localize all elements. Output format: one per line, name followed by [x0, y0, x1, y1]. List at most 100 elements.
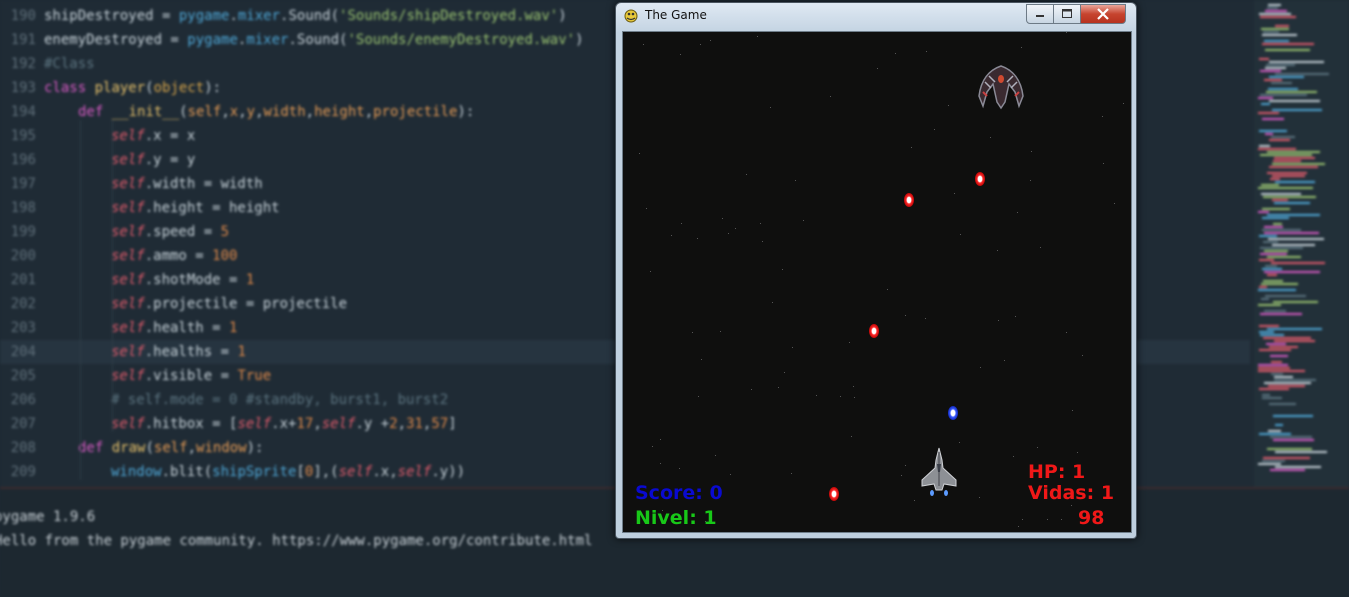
minimap-stroke [1271, 82, 1292, 84]
minimap-stroke [1260, 70, 1281, 72]
star [1031, 151, 1032, 152]
code-text: self.hitbox = [self.x+17,self.y +2,31,57… [111, 416, 457, 432]
minimap-stroke [1260, 94, 1307, 96]
star [1114, 203, 1115, 204]
minimap-stroke [1267, 151, 1320, 153]
star [772, 302, 773, 303]
code-text: self.ammo = 100 [111, 248, 238, 264]
minimap-stroke [1272, 199, 1288, 201]
minimap-stroke [1262, 34, 1297, 36]
minimize-button[interactable] [1026, 4, 1054, 24]
minimap-stroke [1260, 16, 1296, 18]
minimap-stroke [1269, 346, 1298, 348]
score-label: Score: 0 [635, 482, 723, 504]
line-number: 206 [10, 392, 36, 408]
minimap-stroke [1274, 202, 1310, 204]
window-title: The Game [645, 8, 707, 22]
minimap-stroke [1262, 118, 1284, 120]
star [901, 475, 902, 476]
star [660, 463, 661, 464]
minimap-stroke [1260, 247, 1303, 249]
minimap-stroke [1273, 223, 1282, 225]
game-canvas[interactable]: Score: 0 Nivel: 1 HP: 1 Vidas: 1 98 [622, 31, 1132, 533]
minimap-stroke [1263, 457, 1310, 459]
code-text: # self.mode = 0 #standby, burst1, burst2 [111, 392, 449, 408]
minimap-stroke [1272, 163, 1325, 165]
star [1066, 32, 1067, 33]
star [782, 269, 783, 270]
line-number: 191 [10, 32, 36, 48]
minimap-stroke [1259, 58, 1269, 60]
minimap-stroke [1266, 343, 1286, 345]
minimap-stroke [1270, 469, 1305, 471]
minimap-stroke [1258, 187, 1313, 189]
minimap-stroke [1268, 88, 1298, 90]
title-bar[interactable]: The Game [616, 3, 1136, 29]
minimap-stroke [1275, 73, 1329, 75]
code-text: self.health = 1 [111, 320, 238, 336]
star [650, 271, 651, 272]
star [791, 473, 792, 474]
maximize-button[interactable] [1053, 4, 1081, 24]
code-text: self.shotMode = 1 [111, 272, 255, 288]
star [1082, 355, 1083, 356]
minimap-stroke [1265, 133, 1273, 135]
star [1021, 47, 1022, 48]
minimap-stroke [1259, 433, 1291, 435]
code-text: self.speed = 5 [111, 224, 230, 240]
console-line: Hello from the pygame community. https:/… [0, 533, 593, 549]
enemy-bullet [829, 487, 839, 501]
code-text: self.y = y [111, 152, 196, 168]
star [760, 223, 761, 224]
star [816, 395, 817, 396]
hp-label: HP: 1 [1028, 461, 1086, 483]
star [1022, 519, 1023, 520]
line-number: 195 [10, 128, 36, 144]
minimap-stroke [1274, 340, 1315, 342]
line-number: 203 [10, 320, 36, 336]
minimap-stroke [1269, 166, 1318, 168]
star [905, 465, 906, 466]
line-number: 199 [10, 224, 36, 240]
star [997, 250, 998, 251]
star [1102, 116, 1103, 117]
minimap-stroke [1260, 313, 1302, 315]
code-text: self.x = x [111, 128, 196, 144]
minimap-stroke [1272, 244, 1315, 246]
line-number: 205 [10, 368, 36, 384]
star [720, 331, 721, 332]
star [830, 96, 831, 97]
minimap-stroke [1271, 361, 1282, 363]
star [934, 129, 935, 130]
minimap-stroke [1262, 208, 1290, 210]
minimap-stroke [1270, 178, 1280, 180]
star [948, 105, 949, 106]
line-number: 193 [10, 80, 36, 96]
code-text: self.projectile = projectile [111, 296, 348, 312]
minimap-stroke [1274, 376, 1293, 378]
indent-guide [80, 120, 81, 480]
line-number: 196 [10, 152, 36, 168]
minimap-stroke [1261, 283, 1298, 285]
star [1077, 452, 1078, 453]
minimap-stroke [1269, 139, 1290, 141]
minimap-stroke [1271, 373, 1283, 375]
star [757, 36, 758, 37]
close-button[interactable] [1080, 4, 1126, 24]
star [680, 54, 681, 55]
star [1018, 526, 1019, 527]
star [1071, 505, 1072, 506]
star [1123, 103, 1124, 104]
star [1015, 316, 1016, 317]
minimap-stroke [1262, 394, 1270, 396]
minimap-stroke [1262, 217, 1289, 219]
code-minimap[interactable] [1254, 0, 1349, 487]
minimap-stroke [1275, 424, 1283, 426]
code-text: enemyDestroyed = pygame.mixer.Sound('Sou… [44, 32, 584, 48]
star [849, 342, 850, 343]
star [681, 223, 682, 224]
star [925, 318, 926, 319]
minimap-stroke [1265, 295, 1306, 297]
minimap-stroke [1273, 301, 1318, 303]
minimap-stroke [1259, 331, 1274, 333]
